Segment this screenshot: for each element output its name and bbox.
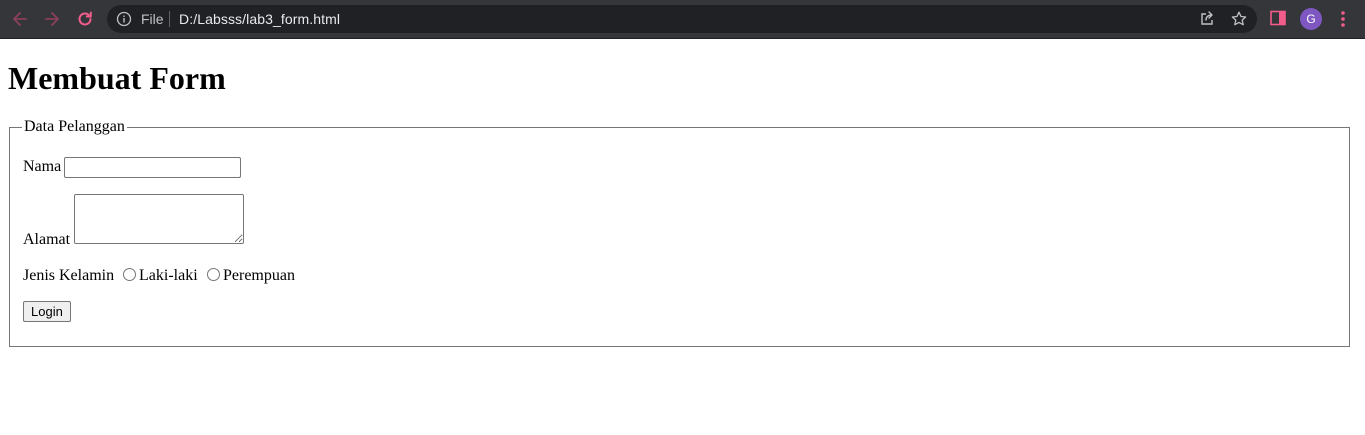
radio-laki-laki[interactable] <box>123 268 136 281</box>
forward-icon <box>45 12 59 26</box>
omnibox-divider <box>169 11 170 27</box>
radio-label-laki-laki: Laki-laki <box>139 267 198 284</box>
info-icon[interactable] <box>116 11 132 27</box>
address-bar[interactable]: File D:/Labsss/lab3_form.html <box>107 5 1257 33</box>
side-panel-icon[interactable] <box>1270 10 1286 26</box>
profile-avatar[interactable]: G <box>1300 8 1322 30</box>
url-text[interactable]: D:/Labsss/lab3_form.html <box>179 11 340 27</box>
radio-label-perempuan: Perempuan <box>223 267 295 284</box>
share-icon[interactable] <box>1198 10 1216 28</box>
browser-toolbar: File D:/Labsss/lab3_form.html G <box>0 0 1365 39</box>
scheme-label: File <box>141 11 164 27</box>
gender-label: Jenis Kelamin <box>23 267 115 284</box>
login-button[interactable]: Login <box>23 301 71 322</box>
profile-initial: G <box>1306 12 1316 26</box>
page-heading: Membuat Form <box>8 60 226 96</box>
nama-input[interactable] <box>64 157 241 178</box>
reload-button[interactable] <box>74 8 96 30</box>
alamat-textarea[interactable] <box>74 194 244 244</box>
fieldset-legend: Data Pelanggan <box>24 118 125 135</box>
nama-label: Nama <box>23 158 62 175</box>
radio-perempuan[interactable] <box>207 268 220 281</box>
reload-icon <box>78 11 92 26</box>
forward-button[interactable] <box>41 8 63 30</box>
star-icon[interactable] <box>1230 10 1248 28</box>
alamat-label: Alamat <box>23 231 71 248</box>
back-button[interactable] <box>9 8 31 30</box>
menu-icon[interactable] <box>1335 9 1351 29</box>
back-icon <box>13 12 27 26</box>
